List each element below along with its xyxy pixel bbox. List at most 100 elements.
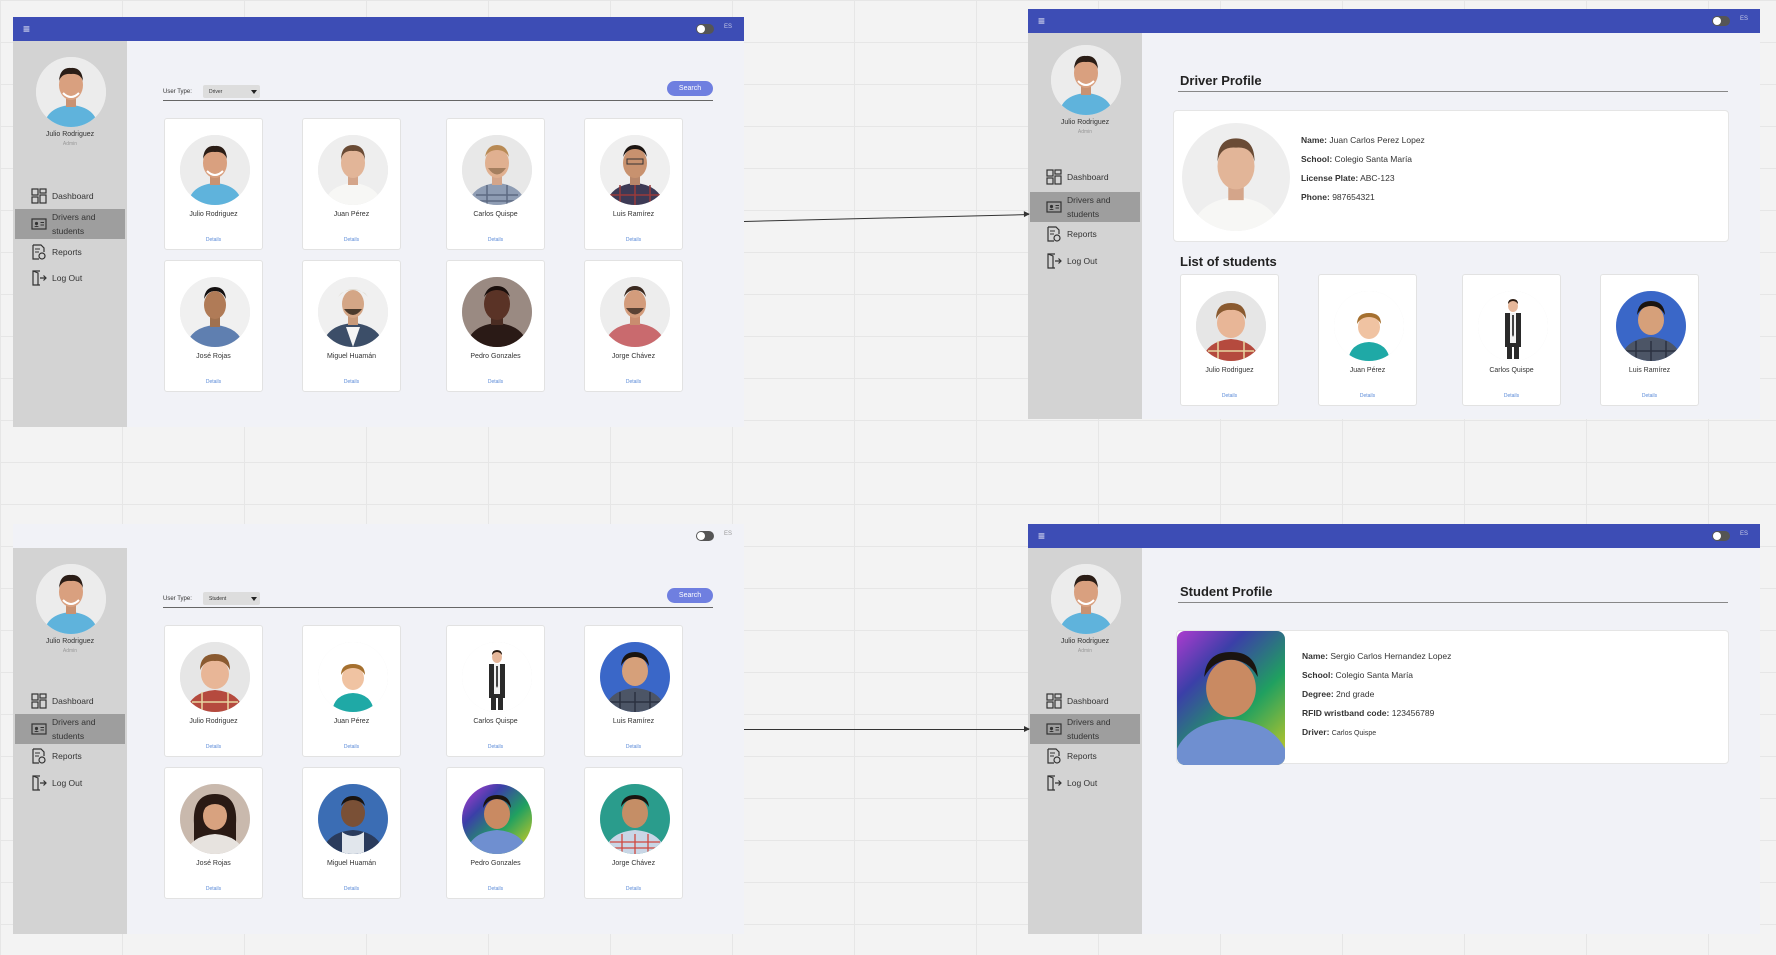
student-photo bbox=[1177, 631, 1285, 765]
language-toggle[interactable] bbox=[696, 531, 714, 541]
dashboard-icon bbox=[1046, 169, 1062, 185]
driver-name: Luis Ramírez bbox=[612, 211, 655, 218]
details-link[interactable]: Details bbox=[1601, 393, 1698, 399]
details-link[interactable]: Details bbox=[303, 744, 400, 750]
sidebar: Julio Rodriguez Admin Dashboard Drivers … bbox=[1028, 33, 1142, 419]
student-name: Julio Rodriguez bbox=[189, 718, 238, 725]
student-name: Juan Pérez bbox=[333, 718, 370, 725]
plate-value: ABC-123 bbox=[1360, 173, 1395, 183]
id-card-icon bbox=[31, 721, 47, 737]
nav-reports[interactable]: Reports bbox=[15, 741, 125, 771]
nav-dashboard[interactable]: Dashboard bbox=[15, 686, 125, 716]
name-label: Name: bbox=[1302, 651, 1328, 661]
driver-photo bbox=[318, 277, 388, 347]
student-name: Pedro Gonzales bbox=[470, 860, 521, 867]
user-role: Admin bbox=[62, 648, 78, 654]
menu-icon[interactable]: ≡ bbox=[1038, 14, 1045, 28]
menu-icon[interactable]: ≡ bbox=[1038, 529, 1045, 543]
details-link[interactable]: Details bbox=[447, 744, 544, 750]
details-link[interactable]: Details bbox=[585, 379, 682, 385]
details-link[interactable]: Details bbox=[165, 744, 262, 750]
details-link[interactable]: Details bbox=[447, 886, 544, 892]
details-link[interactable]: Details bbox=[585, 744, 682, 750]
nav-logout[interactable]: Log Out bbox=[1030, 768, 1140, 798]
nav-dashboard[interactable]: Dashboard bbox=[1030, 686, 1140, 716]
details-link[interactable]: Details bbox=[1319, 393, 1416, 399]
logout-icon bbox=[31, 775, 47, 791]
nav-drivers-students[interactable]: Drivers and students bbox=[15, 209, 125, 239]
details-link[interactable]: Details bbox=[1463, 393, 1560, 399]
school-value: Colegio Santa María bbox=[1335, 670, 1414, 680]
top-bar: ES bbox=[13, 524, 744, 548]
driver-card: Jorge Chávez Details bbox=[584, 260, 683, 392]
phone-value: 987654321 bbox=[1332, 192, 1375, 202]
degree-label: Degree: bbox=[1302, 689, 1334, 699]
nav-logout-label: Log Out bbox=[1067, 778, 1098, 788]
avatar bbox=[1051, 564, 1121, 634]
driver-photo bbox=[1182, 123, 1290, 231]
nav-logout[interactable]: Log Out bbox=[1030, 246, 1140, 276]
nav-logout[interactable]: Log Out bbox=[15, 768, 125, 798]
details-link[interactable]: Details bbox=[165, 886, 262, 892]
reports-icon bbox=[31, 748, 47, 764]
nav-dashboard[interactable]: Dashboard bbox=[15, 181, 125, 211]
language-toggle[interactable] bbox=[696, 24, 714, 34]
nav-logout[interactable]: Log Out bbox=[15, 263, 125, 293]
details-link[interactable]: Details bbox=[165, 237, 262, 243]
details-link[interactable]: Details bbox=[1181, 393, 1278, 399]
details-link[interactable]: Details bbox=[585, 886, 682, 892]
student-card: Luis Ramírez Details bbox=[1600, 274, 1699, 406]
student-name: José Rojas bbox=[196, 860, 231, 867]
details-link[interactable]: Details bbox=[303, 886, 400, 892]
nav-reports[interactable]: Reports bbox=[1030, 741, 1140, 771]
search-button[interactable]: Search bbox=[667, 81, 713, 96]
avatar bbox=[36, 57, 106, 127]
nav-logout-label: Log Out bbox=[52, 778, 83, 788]
nav-dashboard-label: Dashboard bbox=[52, 696, 94, 706]
menu-icon[interactable]: ≡ bbox=[23, 22, 30, 36]
language-toggle[interactable] bbox=[1712, 531, 1730, 541]
student-photo bbox=[600, 784, 670, 854]
nav-drivers-students[interactable]: Drivers and students bbox=[15, 714, 125, 744]
details-link[interactable]: Details bbox=[447, 379, 544, 385]
user-type-select[interactable]: Student bbox=[203, 592, 260, 605]
name-value: Juan Carlos Perez Lopez bbox=[1329, 135, 1425, 145]
plate-label: License Plate: bbox=[1301, 173, 1359, 183]
driver-profile-screen: ≡ ES Julio Rodriguez Admin Dashboard Dri… bbox=[1028, 9, 1760, 419]
school-label: School: bbox=[1301, 154, 1333, 164]
title-divider bbox=[1178, 602, 1728, 603]
nav-dashboard[interactable]: Dashboard bbox=[1030, 162, 1140, 192]
student-photo bbox=[318, 642, 388, 712]
student-card: Carlos Quispe Details bbox=[1462, 274, 1561, 406]
flow-arrow-driver bbox=[743, 214, 1029, 222]
nav-reports[interactable]: Reports bbox=[1030, 219, 1140, 249]
driver-photo bbox=[462, 135, 532, 205]
user-role: Admin bbox=[1077, 129, 1093, 135]
name-label: Name: bbox=[1301, 135, 1327, 145]
student-name: Miguel Huamán bbox=[326, 860, 377, 867]
id-card-icon bbox=[1046, 721, 1062, 737]
user-name: Julio Rodriguez bbox=[45, 638, 95, 645]
details-link[interactable]: Details bbox=[303, 237, 400, 243]
student-info: Name: Sergio Carlos Hernandez Lopez Scho… bbox=[1302, 647, 1451, 743]
details-link[interactable]: Details bbox=[303, 379, 400, 385]
student-name: Carlos Quispe bbox=[1489, 367, 1534, 374]
degree-value: 2nd grade bbox=[1336, 689, 1375, 699]
nav-logout-label: Log Out bbox=[52, 273, 83, 283]
drivers-list-screen: ≡ ES Julio Rodriguez Admin Dashboard Dri… bbox=[13, 17, 744, 427]
nav-drivers-students[interactable]: Drivers and students bbox=[1030, 192, 1140, 222]
driver-info: Name: Juan Carlos Perez Lopez School: Co… bbox=[1301, 131, 1425, 207]
student-photo bbox=[1196, 291, 1266, 361]
dashboard-icon bbox=[31, 693, 47, 709]
search-button[interactable]: Search bbox=[667, 588, 713, 603]
details-link[interactable]: Details bbox=[585, 237, 682, 243]
nav-reports-label: Reports bbox=[1067, 751, 1097, 761]
user-type-select[interactable]: Driver bbox=[203, 85, 260, 98]
nav-drivers-students[interactable]: Drivers and students bbox=[1030, 714, 1140, 744]
language-label: ES bbox=[1739, 16, 1748, 22]
details-link[interactable]: Details bbox=[165, 379, 262, 385]
student-photo bbox=[1334, 291, 1404, 361]
language-toggle[interactable] bbox=[1712, 16, 1730, 26]
details-link[interactable]: Details bbox=[447, 237, 544, 243]
user-name: Julio Rodriguez bbox=[1060, 638, 1110, 645]
